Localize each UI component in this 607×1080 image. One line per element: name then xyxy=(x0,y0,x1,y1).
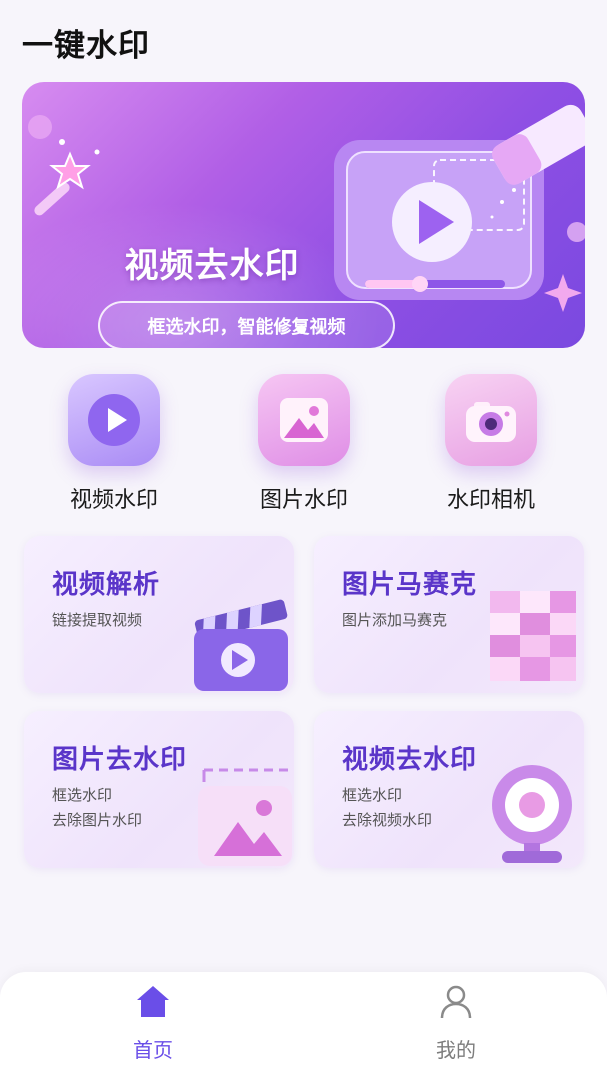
banner-subtitle-pill[interactable]: 框选水印，智能修复视频 xyxy=(98,301,395,348)
card-line: 框选水印 xyxy=(342,786,403,804)
quick-watermark-camera[interactable]: 水印相机 xyxy=(421,368,561,514)
image-frame-icon xyxy=(198,768,292,866)
quick-image-watermark[interactable]: 图片水印 xyxy=(234,368,374,514)
decor-bubble xyxy=(567,222,585,242)
card-image-remove-watermark[interactable]: 图片去水印 框选水印 去除图片水印 xyxy=(24,711,294,868)
image-icon xyxy=(258,374,350,466)
user-icon xyxy=(440,985,472,1019)
decor-bubble xyxy=(28,115,52,139)
card-video-parse[interactable]: 视频解析 链接提取视频 xyxy=(24,536,294,693)
card-subtitle: 图片添加马赛克 xyxy=(342,608,447,633)
quick-label: 水印相机 xyxy=(446,488,535,513)
card-title: 视频解析 xyxy=(52,570,161,600)
card-line: 图片添加马赛克 xyxy=(342,611,448,629)
card-line: 框选水印 xyxy=(52,786,113,804)
nav-me[interactable]: 我的 xyxy=(396,984,516,1063)
magic-wand-icon xyxy=(34,139,100,216)
sparkle-dot xyxy=(500,200,504,204)
quick-actions: 视频水印 图片水印 水印相机 xyxy=(0,368,607,513)
mosaic-icon xyxy=(490,591,576,681)
clapperboard-icon xyxy=(194,599,288,691)
carousel-indicator xyxy=(278,325,325,334)
carousel-dot-active[interactable] xyxy=(297,325,306,334)
bottom-nav: 首页 我的 xyxy=(0,972,607,1080)
app-title: 一键水印 xyxy=(22,28,150,64)
sparkle-icon xyxy=(544,274,582,312)
carousel-dot[interactable] xyxy=(278,325,287,334)
webcam-icon xyxy=(492,765,572,863)
card-line: 去除视频水印 xyxy=(342,811,433,829)
card-title: 图片马赛克 xyxy=(342,570,478,600)
nav-label: 首页 xyxy=(133,1038,173,1062)
card-line: 链接提取视频 xyxy=(52,611,143,629)
card-title: 视频去水印 xyxy=(342,745,478,775)
quick-label: 图片水印 xyxy=(259,488,348,513)
app-root: 一键水印 视频去水印 框选水印，智能修复视频 视频水印 图片水印 水印相机 视频… xyxy=(0,0,607,1080)
banner-title: 视频去水印 xyxy=(124,246,300,286)
quick-label: 视频水印 xyxy=(69,488,158,513)
promo-banner[interactable]: 视频去水印 框选水印，智能修复视频 xyxy=(22,82,585,348)
card-subtitle: 链接提取视频 xyxy=(52,608,142,633)
card-title: 图片去水印 xyxy=(52,745,188,775)
card-subtitle: 框选水印 去除视频水印 xyxy=(342,783,432,833)
card-line: 去除图片水印 xyxy=(52,811,143,829)
camera-icon xyxy=(445,374,537,466)
nav-home[interactable]: 首页 xyxy=(93,984,213,1063)
nav-label: 我的 xyxy=(436,1038,476,1062)
play-icon xyxy=(68,374,160,466)
home-icon xyxy=(137,986,169,1017)
sparkle-dot xyxy=(490,215,494,219)
card-image-mosaic[interactable]: 图片马赛克 图片添加马赛克 xyxy=(314,536,584,693)
carousel-dot[interactable] xyxy=(316,325,325,334)
card-video-remove-watermark[interactable]: 视频去水印 框选水印 去除视频水印 xyxy=(314,711,584,868)
card-subtitle: 框选水印 去除图片水印 xyxy=(52,783,142,833)
sparkle-dot xyxy=(512,188,516,192)
quick-video-watermark[interactable]: 视频水印 xyxy=(44,368,184,514)
